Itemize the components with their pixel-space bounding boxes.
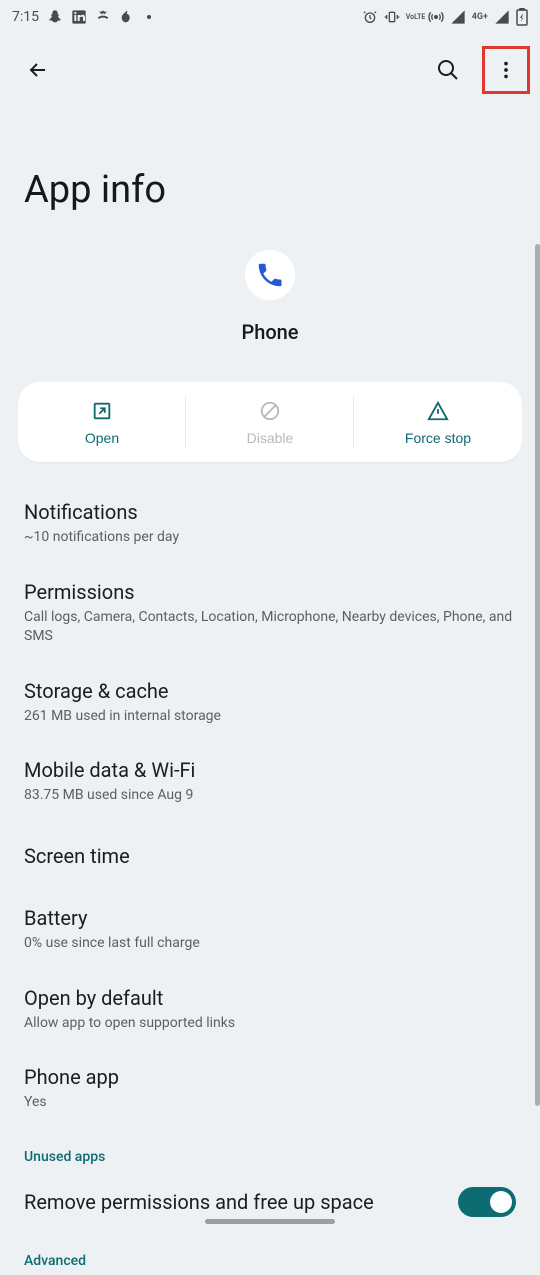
- status-left: 7:15: [12, 9, 151, 25]
- disable-button: Disable: [186, 382, 354, 462]
- action-row: Open Disable Force stop: [18, 382, 522, 462]
- settings-list: Notifications ~10 notifications per day …: [0, 472, 540, 1275]
- warning-icon: [427, 400, 449, 422]
- notification-dot-icon: [147, 15, 151, 19]
- snapchat-icon: [47, 9, 63, 25]
- force-stop-button[interactable]: Force stop: [354, 382, 522, 462]
- disable-icon: [259, 400, 281, 422]
- phone-icon: [255, 260, 285, 290]
- setting-sub: 83.75 MB used since Aug 9: [24, 786, 516, 806]
- hotspot-icon: [428, 9, 444, 25]
- setting-title: Screen time: [24, 844, 516, 868]
- page-title: App info: [0, 108, 540, 236]
- open-label: Open: [85, 430, 119, 446]
- setting-sub: 0% use since last full charge: [24, 934, 516, 954]
- setting-title: Open by default: [24, 986, 516, 1010]
- setting-data[interactable]: Mobile data & Wi-Fi 83.75 MB used since …: [0, 742, 540, 822]
- section-advanced: Advanced: [0, 1233, 540, 1275]
- back-button[interactable]: [18, 50, 58, 90]
- setting-title: Battery: [24, 906, 516, 930]
- setting-permissions[interactable]: Permissions Call logs, Camera, Contacts,…: [0, 564, 540, 663]
- setting-screen-time[interactable]: Screen time: [0, 822, 540, 890]
- scrollbar[interactable]: [535, 244, 540, 1106]
- setting-sub: 261 MB used in internal storage: [24, 707, 516, 727]
- volte-icon: VoLTE: [406, 14, 422, 21]
- disable-label: Disable: [247, 430, 294, 446]
- network-type: 4G+: [472, 13, 488, 22]
- force-stop-label: Force stop: [405, 430, 471, 446]
- setting-sub: Allow app to open supported links: [24, 1014, 516, 1034]
- setting-sub: Call logs, Camera, Contacts, Location, M…: [24, 608, 516, 647]
- setting-open-default[interactable]: Open by default Allow app to open suppor…: [0, 970, 540, 1050]
- vibrate-icon: [384, 9, 400, 25]
- setting-notifications[interactable]: Notifications ~10 notifications per day: [0, 484, 540, 564]
- linkedin-icon: [71, 9, 87, 25]
- more-button-highlight: [482, 46, 530, 94]
- setting-title: Mobile data & Wi-Fi: [24, 758, 516, 782]
- section-unused-apps: Unused apps: [0, 1129, 540, 1171]
- arrow-left-icon: [26, 58, 50, 82]
- open-icon: [91, 400, 113, 422]
- battery-icon: [516, 8, 528, 26]
- missed-call-icon: [95, 9, 111, 25]
- nav-handle[interactable]: [205, 1219, 335, 1224]
- signal-1-icon: [450, 9, 466, 25]
- remove-permissions-toggle[interactable]: [458, 1187, 516, 1217]
- alarm-icon: [362, 9, 378, 25]
- setting-title: Notifications: [24, 500, 516, 524]
- setting-phone-app[interactable]: Phone app Yes: [0, 1049, 540, 1129]
- search-button[interactable]: [428, 50, 468, 90]
- setting-storage[interactable]: Storage & cache 261 MB used in internal …: [0, 663, 540, 743]
- setting-title: Phone app: [24, 1065, 516, 1089]
- tinder-icon: [119, 9, 135, 25]
- signal-2-icon: [494, 9, 510, 25]
- app-header: Phone: [0, 236, 540, 362]
- status-bar: 7:15 VoLTE 4G+: [0, 0, 540, 32]
- toolbar: [0, 32, 540, 108]
- setting-sub: Yes: [24, 1093, 516, 1113]
- setting-title: Remove permissions and free up space: [24, 1190, 458, 1214]
- status-right: VoLTE 4G+: [362, 8, 528, 26]
- setting-title: Storage & cache: [24, 679, 516, 703]
- app-name: Phone: [241, 320, 298, 344]
- search-icon: [436, 58, 460, 82]
- more-options-button[interactable]: [486, 50, 526, 90]
- setting-sub: ~10 notifications per day: [24, 528, 516, 548]
- app-icon: [245, 250, 295, 300]
- more-vert-icon: [495, 59, 517, 81]
- setting-title: Permissions: [24, 580, 516, 604]
- setting-battery[interactable]: Battery 0% use since last full charge: [0, 890, 540, 970]
- open-button[interactable]: Open: [18, 382, 186, 462]
- clock: 7:15: [12, 9, 39, 25]
